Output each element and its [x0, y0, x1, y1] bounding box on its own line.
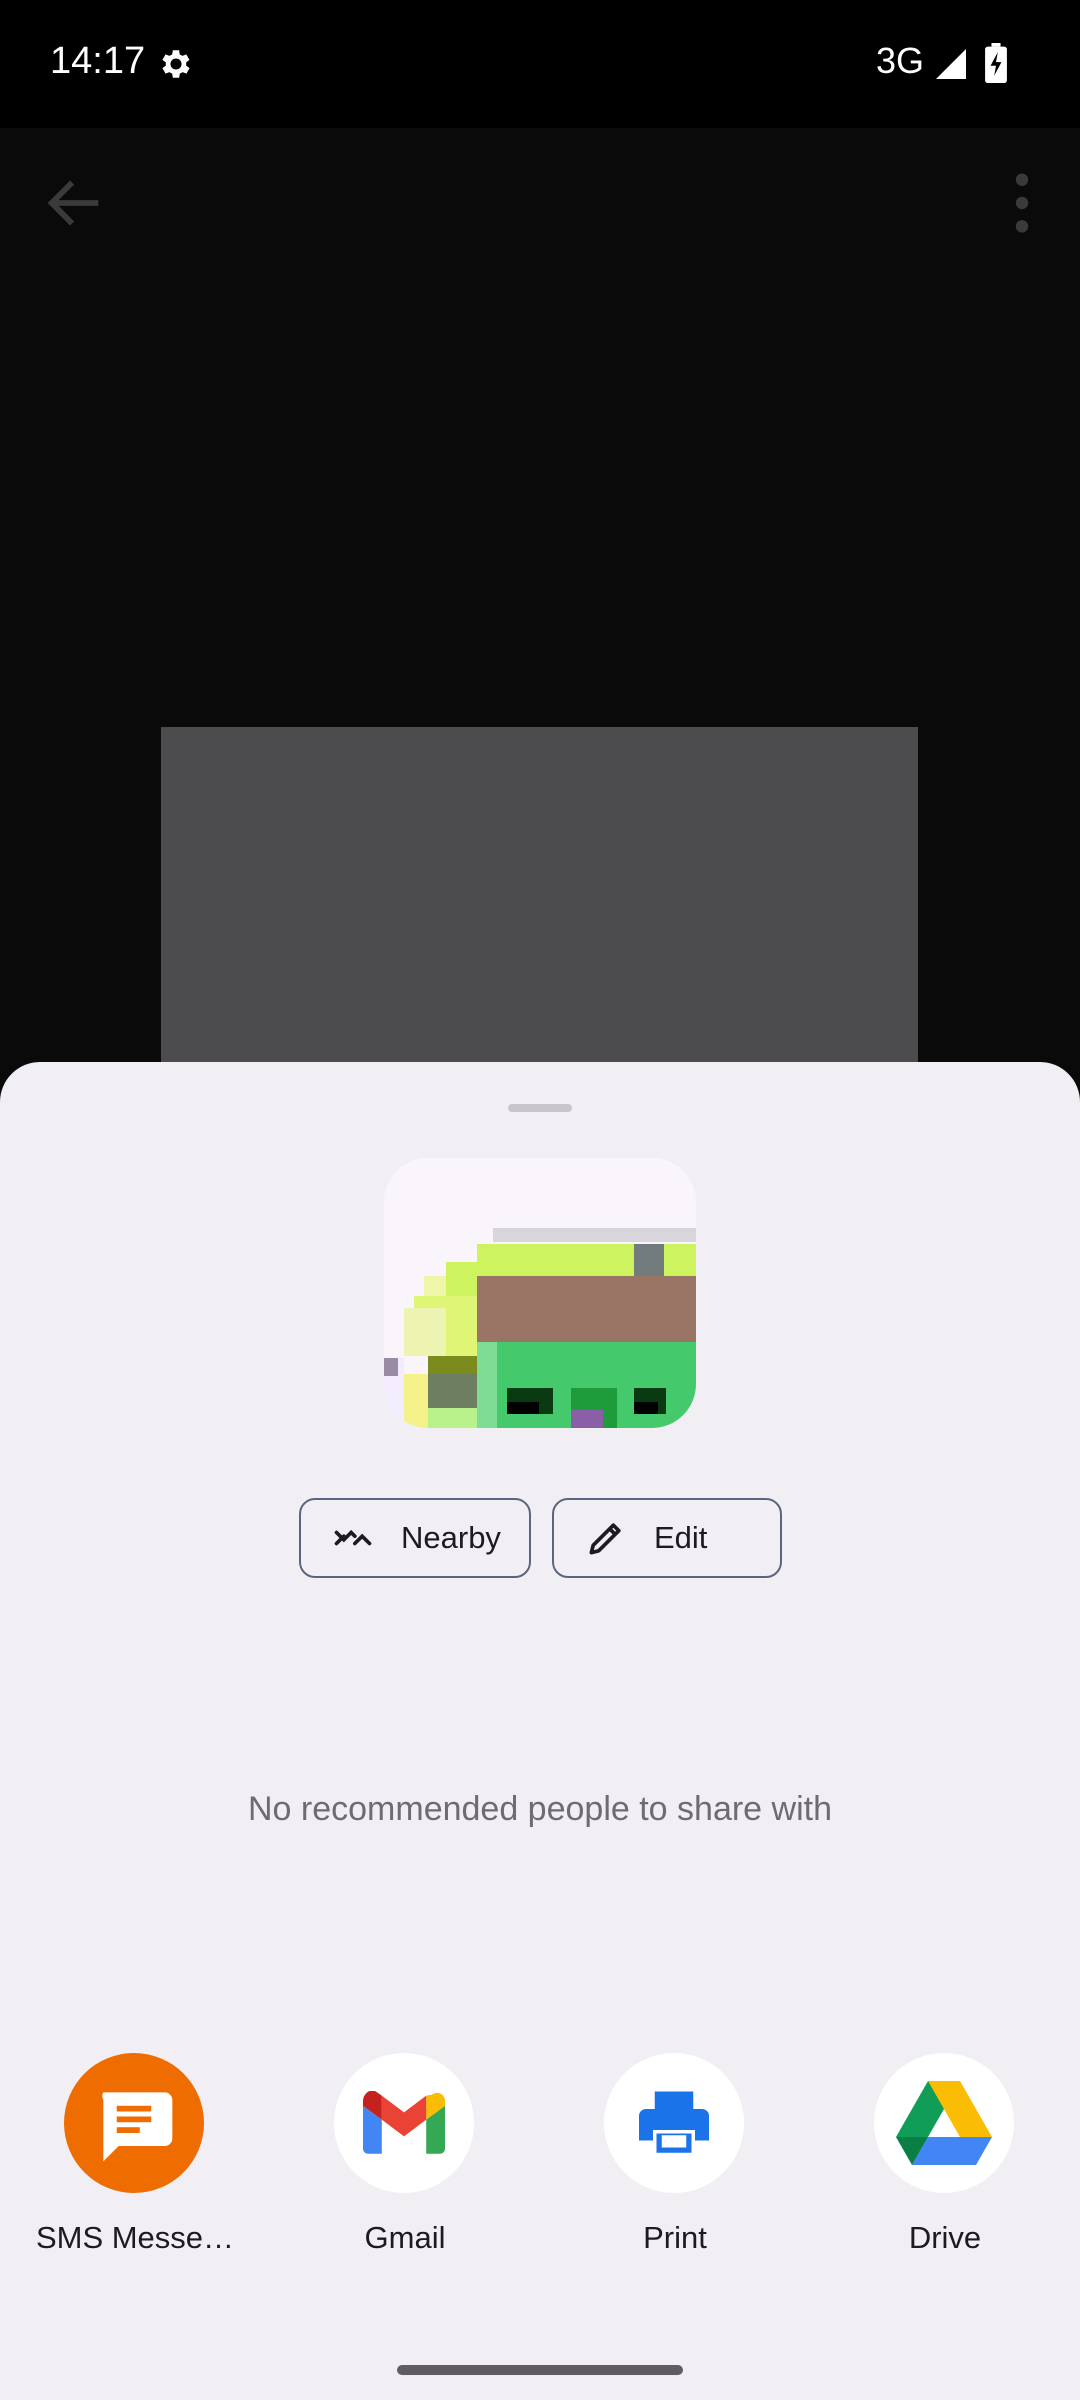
image-preview	[161, 727, 918, 1062]
back-arrow-icon[interactable]	[40, 168, 110, 238]
share-target-gmail[interactable]: Gmail	[270, 2052, 540, 2394]
print-icon	[604, 2053, 744, 2193]
app-label-sms: SMS Messe…	[35, 2220, 235, 2255]
app-label-drive: Drive	[908, 2220, 982, 2255]
battery-charging-icon	[985, 43, 1007, 83]
shared-image-thumbnail	[384, 1158, 696, 1428]
gesture-nav-handle[interactable]	[397, 2365, 683, 2375]
pencil-icon	[589, 1523, 621, 1555]
nearby-share-button[interactable]: Nearby	[299, 1498, 531, 1578]
status-time: 14:17	[50, 40, 146, 82]
sms-messenger-icon	[64, 2053, 204, 2193]
app-label-gmail: Gmail	[364, 2220, 446, 2255]
more-vert-icon[interactable]	[1000, 168, 1044, 238]
nearby-label: Nearby	[401, 1520, 501, 1555]
app-bar	[0, 128, 1080, 278]
app-label-print: Print	[643, 2220, 707, 2255]
gear-icon	[162, 50, 190, 78]
share-sheet: Nearby Edit No recommended people to sha…	[0, 1062, 1080, 2400]
network-type: 3G	[876, 40, 925, 81]
share-target-print[interactable]: Print	[540, 2052, 810, 2394]
drag-handle[interactable]	[508, 1104, 572, 1112]
edit-button[interactable]: Edit	[552, 1498, 782, 1578]
nearby-share-icon	[334, 1529, 372, 1546]
no-recommendations-message: No recommended people to share with	[248, 1790, 832, 1828]
share-target-drive[interactable]: Drive	[810, 2052, 1080, 2394]
gmail-icon	[334, 2053, 474, 2193]
drive-icon	[874, 2053, 1014, 2193]
share-target-sms[interactable]: SMS Messe…	[0, 2052, 270, 2394]
signal-icon	[936, 49, 966, 79]
edit-label: Edit	[654, 1520, 708, 1555]
status-bar: 14:17 3G	[0, 0, 1080, 128]
